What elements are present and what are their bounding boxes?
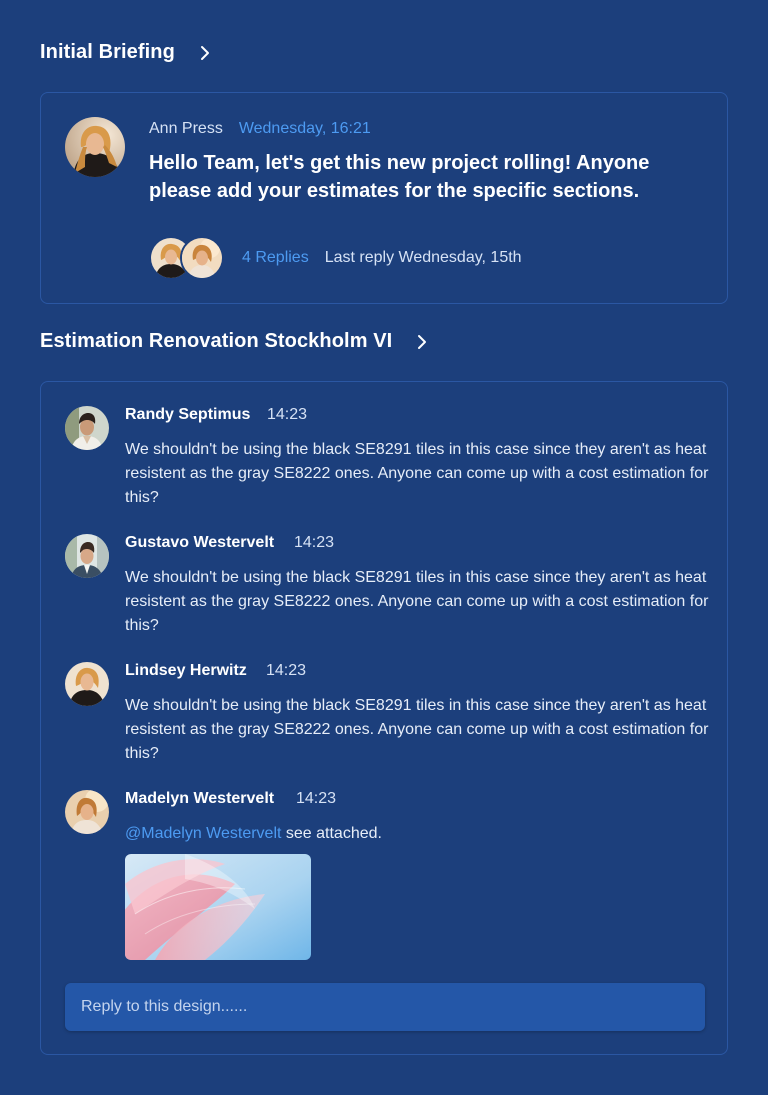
message-text-body: see attached.	[281, 825, 382, 842]
section-title: Initial Briefing	[40, 41, 175, 63]
thread-card: Randy Septimus 14:23 We shouldn't be usi…	[40, 381, 728, 1055]
replies-count-link[interactable]: 4 Replies	[242, 249, 309, 267]
message-author[interactable]: Randy Septimus	[125, 406, 250, 424]
briefing-card: Ann Press Wednesday, 16:21 Hello Team, l…	[40, 92, 728, 304]
avatar[interactable]	[65, 534, 109, 578]
post-text: Hello Team, let's get this new project r…	[149, 152, 650, 202]
message-item: Randy Septimus 14:23 We shouldn't be usi…	[65, 406, 708, 516]
message-item: Madelyn Westervelt 14:23 @Madelyn Wester…	[65, 790, 705, 970]
message-timestamp: 14:23	[266, 662, 307, 679]
post-meta: Ann Press Wednesday, 16:21	[149, 120, 371, 138]
avatar	[180, 236, 224, 280]
user-mention-link[interactable]: @Madelyn Westervelt	[125, 825, 281, 842]
message-text: @Madelyn Westervelt see attached.	[125, 822, 725, 846]
avatar[interactable]	[65, 117, 125, 177]
message-author[interactable]: Lindsey Herwitz	[125, 662, 247, 680]
avatar[interactable]	[65, 790, 109, 834]
message-timestamp: 14:23	[294, 534, 335, 551]
chevron-right-icon[interactable]	[416, 334, 428, 350]
replies-row[interactable]: 4 Replies Last reply Wednesday, 15th	[149, 236, 522, 280]
message-text: We shouldn't be using the black SE8291 t…	[125, 441, 709, 506]
section-header-estimation[interactable]: Estimation Renovation Stockholm VI	[40, 330, 428, 353]
chevron-right-icon[interactable]	[199, 45, 211, 61]
author-name[interactable]: Ann Press	[149, 120, 223, 138]
message-timestamp: 14:23	[267, 406, 308, 423]
post-timestamp: Wednesday, 16:21	[238, 120, 371, 137]
message-author[interactable]: Gustavo Westervelt	[125, 534, 274, 552]
reply-input[interactable]	[65, 983, 705, 1031]
message-timestamp: 14:23	[296, 790, 337, 807]
message-text: We shouldn't be using the black SE8291 t…	[125, 569, 709, 634]
message-author[interactable]: Madelyn Westervelt	[125, 790, 274, 808]
section-title: Estimation Renovation Stockholm VI	[40, 330, 393, 352]
message-text: We shouldn't be using the black SE8291 t…	[125, 697, 709, 762]
attachment-image[interactable]	[125, 854, 311, 960]
message-item: Gustavo Westervelt 14:23 We shouldn't be…	[65, 534, 708, 644]
avatar[interactable]	[65, 662, 109, 706]
last-reply-text: Last reply Wednesday, 15th	[324, 249, 522, 266]
avatar[interactable]	[65, 406, 109, 450]
message-item: Lindsey Herwitz 14:23 We shouldn't be us…	[65, 662, 708, 772]
section-header-initial-briefing[interactable]: Initial Briefing	[40, 41, 211, 64]
